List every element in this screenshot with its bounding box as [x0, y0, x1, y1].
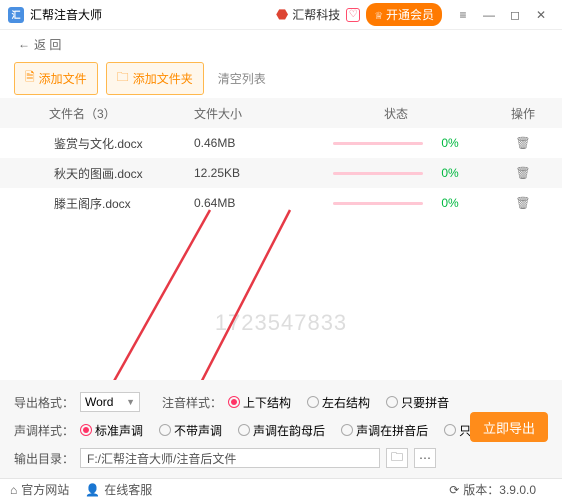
flame-icon: ⬣: [276, 6, 288, 23]
annotation-arrow: [180, 200, 300, 410]
menu-icon[interactable]: ≡: [450, 2, 476, 28]
radio-top-bottom[interactable]: 上下结构: [228, 394, 291, 411]
table-row: 鉴赏与文化.docx 0.46MB 0% 🗑: [0, 128, 562, 158]
version-label: ⟳版本：3.9.0.0: [449, 481, 536, 498]
progress-bar: [333, 172, 423, 175]
folder-icon: 🗀: [391, 448, 403, 469]
home-icon: ⌂: [10, 483, 17, 497]
tech-link[interactable]: 汇帮科技: [292, 6, 340, 23]
watermark: 1723547833: [0, 310, 562, 336]
official-site-link[interactable]: ⌂官方网站: [10, 481, 69, 498]
col-filename: 文件名（3）: [14, 105, 194, 122]
radio-pinyin-only[interactable]: 只要拼音: [386, 394, 449, 411]
export-format-label: 导出格式：: [14, 394, 74, 411]
radio-tone-after-vowel[interactable]: 声调在韵母后: [238, 422, 325, 439]
browse-folder-button[interactable]: 🗀: [386, 448, 408, 468]
table-row: 滕王阁序.docx 0.64MB 0% 🗑: [0, 188, 562, 218]
add-file-button[interactable]: 🗎添加文件: [14, 62, 98, 95]
progress-bar: [333, 142, 423, 145]
output-dir-label: 输出目录：: [14, 450, 74, 467]
refresh-icon[interactable]: ⟳: [449, 483, 459, 497]
support-icon: 👤: [85, 483, 100, 497]
app-icon: 汇: [8, 7, 24, 23]
radio-left-right[interactable]: 左右结构: [307, 394, 370, 411]
export-button[interactable]: 立即导出: [470, 412, 548, 442]
close-icon[interactable]: ✕: [528, 2, 554, 28]
delete-icon[interactable]: 🗑: [515, 196, 530, 210]
col-status: 状态: [294, 105, 498, 122]
add-folder-button[interactable]: 🗀添加文件夹: [106, 62, 204, 95]
vip-button[interactable]: ♕ 开通会员: [366, 3, 442, 26]
more-button[interactable]: ⋯: [414, 448, 436, 468]
delete-icon[interactable]: 🗑: [515, 166, 530, 180]
minimize-icon[interactable]: —: [476, 2, 502, 28]
export-format-select[interactable]: Word▼: [80, 392, 140, 412]
file-plus-icon: 🗎: [25, 68, 35, 89]
heart-icon[interactable]: ♡: [346, 8, 360, 22]
chevron-down-icon: ▼: [126, 397, 135, 407]
progress-bar: [333, 202, 423, 205]
table-row: 秋天的图画.docx 12.25KB 0% 🗑: [0, 158, 562, 188]
radio-tone-after-pinyin[interactable]: 声调在拼音后: [341, 422, 428, 439]
tone-style-label: 声调样式：: [14, 422, 74, 439]
output-path-input[interactable]: F:/汇帮注音大师/注音后文件: [80, 448, 380, 468]
col-size: 文件大小: [194, 105, 294, 122]
clear-list-link[interactable]: 清空列表: [218, 70, 266, 87]
back-arrow-icon: ←: [18, 37, 30, 51]
maximize-icon[interactable]: ◻: [502, 2, 528, 28]
radio-standard-tone[interactable]: 标准声调: [80, 422, 143, 439]
zhuyin-style-label: 注音样式：: [162, 394, 222, 411]
col-operation: 操作: [498, 105, 548, 122]
delete-icon[interactable]: 🗑: [515, 136, 530, 150]
back-button[interactable]: ← 返 回: [0, 30, 562, 58]
app-title: 汇帮注音大师: [30, 6, 102, 23]
online-service-link[interactable]: 👤在线客服: [85, 481, 152, 498]
table-header: 文件名（3） 文件大小 状态 操作: [0, 98, 562, 128]
folder-plus-icon: 🗀: [117, 68, 129, 89]
radio-no-tone[interactable]: 不带声调: [159, 422, 222, 439]
